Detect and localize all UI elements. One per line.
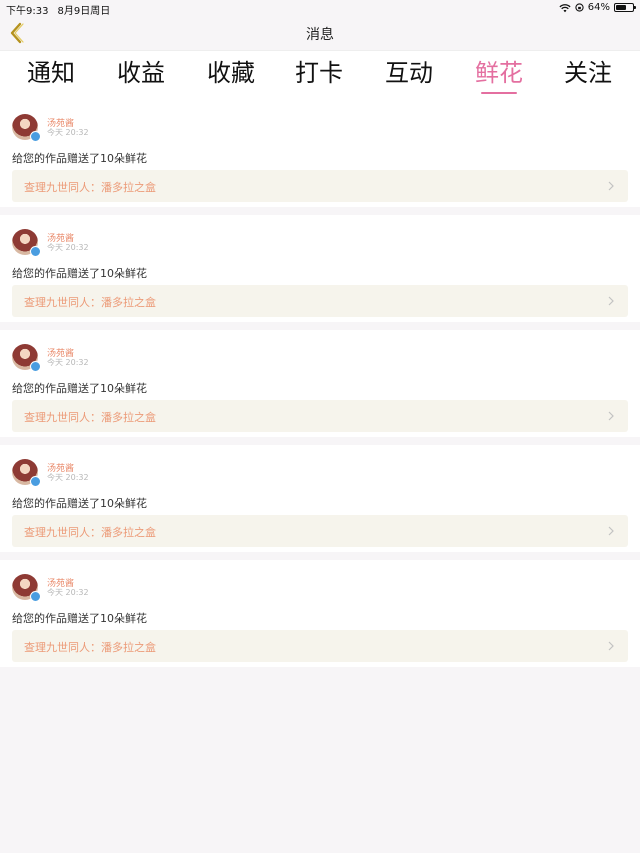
chevron-right-icon [608,641,614,651]
timestamp: 今天 20:32 [47,128,89,137]
timestamp: 今天 20:32 [47,588,89,597]
message-card: 汤苑酱 今天 20:32 给您的作品赠送了10朵鲜花 查理九世同人：潘多拉之盒 [0,215,640,322]
message-card: 汤苑酱 今天 20:32 给您的作品赠送了10朵鲜花 查理九世同人：潘多拉之盒 [0,560,640,667]
work-link[interactable]: 查理九世同人：潘多拉之盒 [12,285,628,317]
work-title: 查理九世同人：潘多拉之盒 [24,641,156,654]
message-text: 给您的作品赠送了10朵鲜花 [12,497,147,510]
battery-percent: 64% [587,2,610,13]
avatar[interactable] [12,344,41,372]
tab-flowers[interactable]: 鲜花 [459,58,539,88]
timestamp: 今天 20:32 [47,358,89,367]
work-title: 查理九世同人：潘多拉之盒 [24,296,156,309]
work-link[interactable]: 查理九世同人：潘多拉之盒 [12,630,628,662]
status-bar: 下午9:33 8月9日周日 64% [0,0,640,17]
message-text: 给您的作品赠送了10朵鲜花 [12,382,147,395]
message-list: 汤苑酱 今天 20:32 给您的作品赠送了10朵鲜花 查理九世同人：潘多拉之盒 … [0,100,640,675]
work-title: 查理九世同人：潘多拉之盒 [24,526,156,539]
tab-checkin[interactable]: 打卡 [279,58,359,88]
verified-badge-icon [30,246,41,257]
wifi-icon [559,3,571,12]
tab-bar: 通知 收益 收藏 打卡 互动 鲜花 关注 [0,50,640,100]
message-text: 给您的作品赠送了10朵鲜花 [12,267,147,280]
tab-following[interactable]: 关注 [548,58,628,88]
battery-icon [614,3,636,12]
status-bar-left: 下午9:33 8月9日周日 [6,2,119,17]
timestamp: 今天 20:32 [47,473,89,482]
chevron-right-icon [608,526,614,536]
work-link[interactable]: 查理九世同人：潘多拉之盒 [12,400,628,432]
chevron-right-icon [608,296,614,306]
avatar[interactable] [12,459,41,487]
avatar[interactable] [12,229,41,257]
nav-bar: 消息 [0,16,640,50]
active-tab-indicator [481,92,517,94]
battery-fill [616,5,626,10]
message-card: 汤苑酱 今天 20:32 给您的作品赠送了10朵鲜花 查理九世同人：潘多拉之盒 [0,100,640,207]
verified-badge-icon [30,476,41,487]
tab-interactions[interactable]: 互动 [369,58,449,88]
avatar[interactable] [12,114,41,142]
chevron-right-icon [608,411,614,421]
tab-earnings[interactable]: 收益 [101,58,181,88]
status-bar-right: 64% [559,2,636,13]
message-card: 汤苑酱 今天 20:32 给您的作品赠送了10朵鲜花 查理九世同人：潘多拉之盒 [0,330,640,437]
verified-badge-icon [30,361,41,372]
verified-badge-icon [30,131,41,142]
work-title: 查理九世同人：潘多拉之盒 [24,181,156,194]
timestamp: 今天 20:32 [47,243,89,252]
message-text: 给您的作品赠送了10朵鲜花 [12,612,147,625]
tab-favorites[interactable]: 收藏 [191,58,271,88]
work-title: 查理九世同人：潘多拉之盒 [24,411,156,424]
work-link[interactable]: 查理九世同人：潘多拉之盒 [12,170,628,202]
page-title: 消息 [306,27,334,43]
avatar[interactable] [12,574,41,602]
rotation-lock-icon [575,3,584,12]
tab-notifications[interactable]: 通知 [11,58,91,88]
message-card: 汤苑酱 今天 20:32 给您的作品赠送了10朵鲜花 查理九世同人：潘多拉之盒 [0,445,640,552]
message-text: 给您的作品赠送了10朵鲜花 [12,152,147,165]
verified-badge-icon [30,591,41,602]
chevron-right-icon [608,181,614,191]
work-link[interactable]: 查理九世同人：潘多拉之盒 [12,515,628,547]
